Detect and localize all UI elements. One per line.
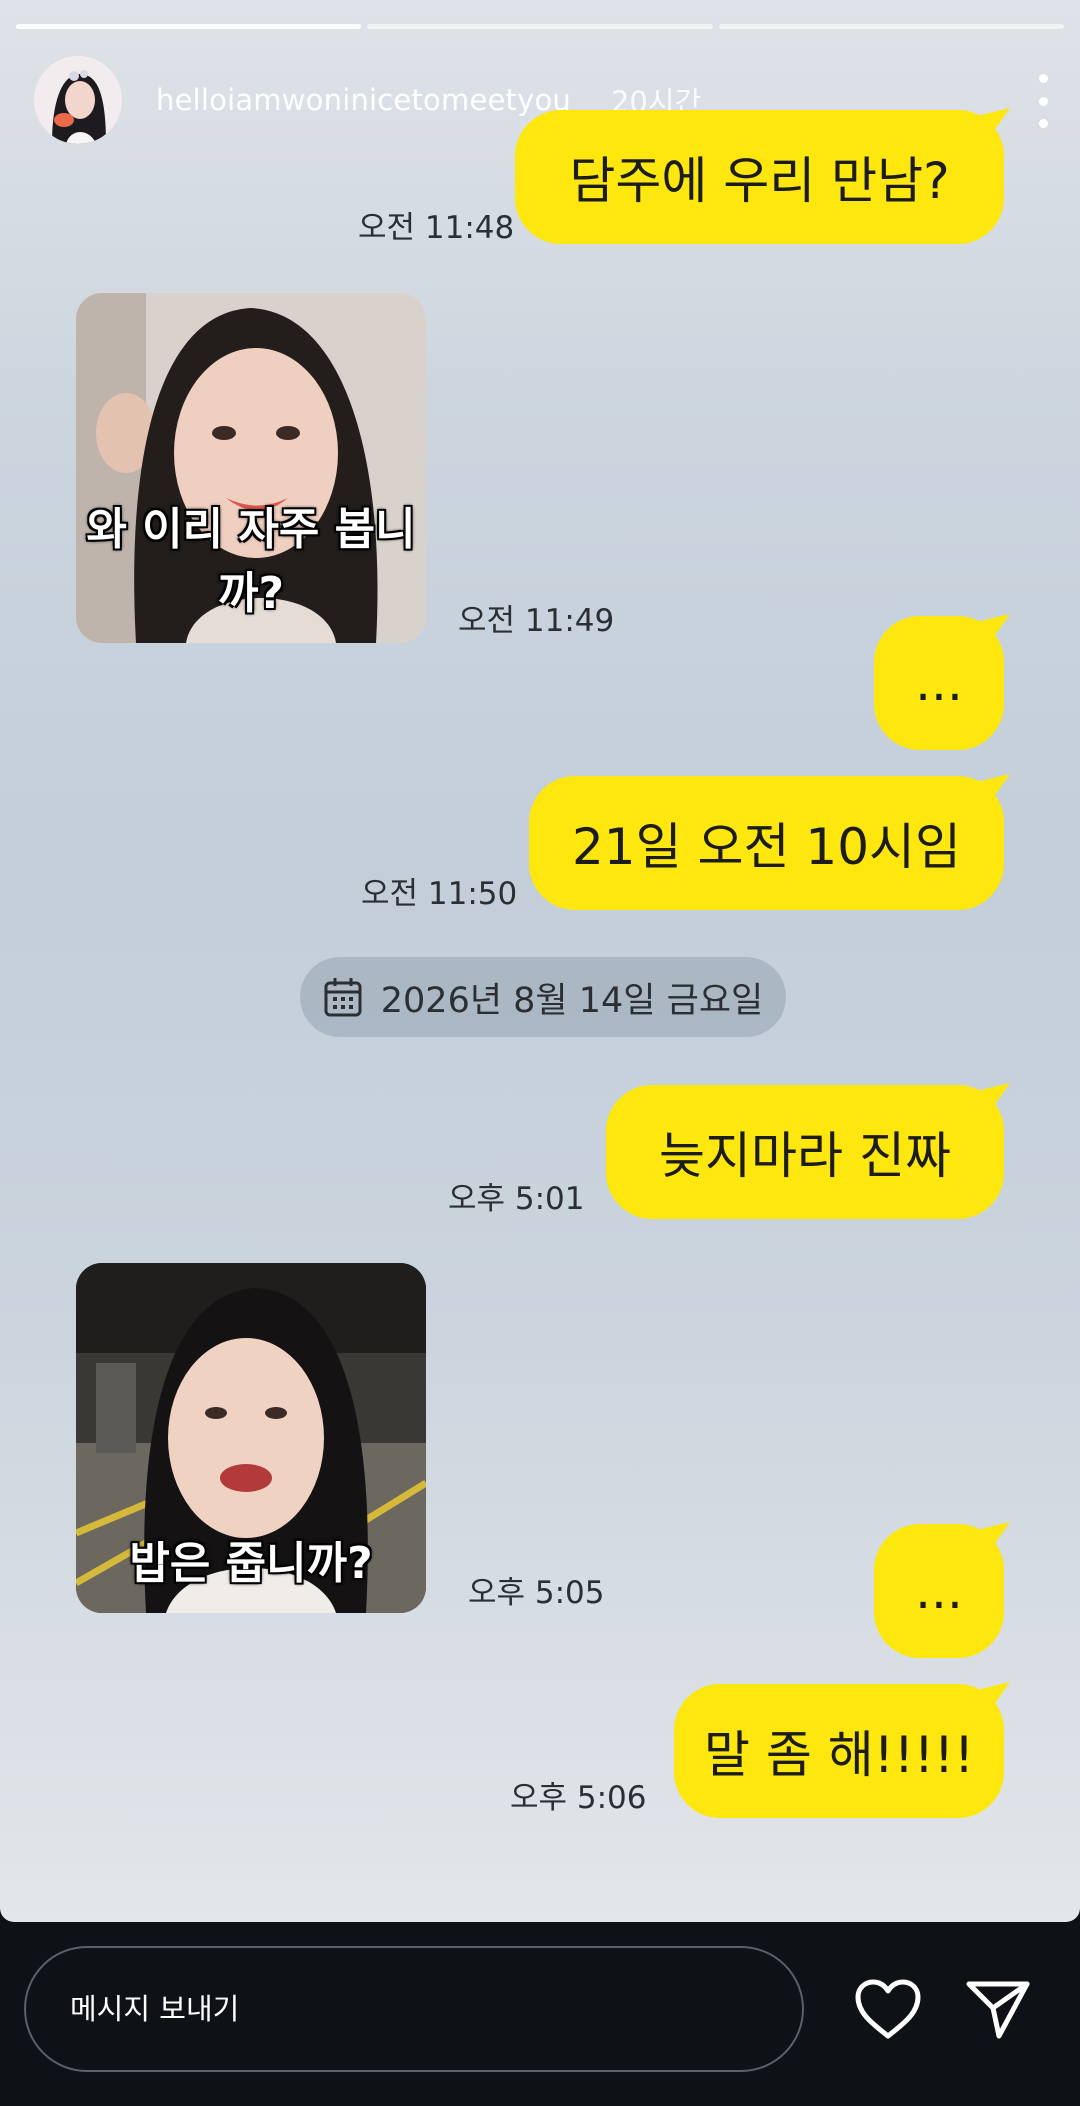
- message-time: 오후 5:01: [448, 1181, 585, 1217]
- bubble-text: ...: [915, 1562, 963, 1620]
- sticker-caption: 와 이리 자주 봅니까?: [86, 504, 416, 619]
- sticker-image[interactable]: 밥은 줍니까?: [76, 1263, 426, 1613]
- story-username[interactable]: helloiamwoninicetomeetyou: [156, 83, 571, 117]
- message-time: 오전 11:48: [358, 210, 515, 246]
- more-options-icon[interactable]: [1028, 74, 1058, 128]
- chat-bubble: 늦지마라 진짜: [606, 1083, 1010, 1219]
- chat-bubble: ...: [874, 1522, 1010, 1658]
- heart-icon: [855, 1979, 921, 2039]
- message-time: 오전 11:50: [361, 876, 518, 912]
- message-time: 오전 11:49: [458, 603, 615, 639]
- bubble-text: 늦지마라 진짜: [659, 1127, 951, 1185]
- date-divider: 2026년 8월 14일 금요일: [300, 957, 786, 1037]
- bubble-text: 말 좀 해!!!!!: [703, 1726, 974, 1784]
- bubble-text: ...: [915, 654, 963, 712]
- bubble-text: 21일 오전 10시임: [571, 818, 962, 876]
- progress-segment: [16, 24, 362, 29]
- like-button[interactable]: [848, 1969, 928, 2049]
- sticker-caption: 밥은 줍니까?: [129, 1538, 373, 1589]
- sticker-image[interactable]: 와 이리 자주 봅니까?: [76, 293, 426, 643]
- chat-bubble: 담주에 우리 만남?: [515, 108, 1010, 244]
- progress-segment: [718, 24, 1064, 29]
- chat-bubble: ...: [874, 614, 1010, 750]
- chat-bubble: 21일 오전 10시임: [529, 774, 1010, 910]
- message-time: 오후 5:05: [468, 1575, 605, 1611]
- message-input[interactable]: [24, 1946, 804, 2072]
- chat-bubble: 말 좀 해!!!!!: [674, 1682, 1010, 1818]
- share-button[interactable]: [958, 1969, 1038, 2049]
- progress-segment: [367, 24, 713, 29]
- avatar[interactable]: [34, 56, 122, 144]
- bubble-text: 담주에 우리 만남?: [569, 152, 950, 210]
- story-progress: [16, 24, 1064, 29]
- date-divider-text: 2026년 8월 14일 금요일: [380, 980, 764, 1021]
- send-icon: [966, 1981, 1030, 2039]
- message-time: 오후 5:06: [510, 1780, 647, 1816]
- calendar-icon: [324, 978, 362, 1017]
- story-view[interactable]: helloiamwoninicetomeetyou 20시간 담주에 우리 만남…: [0, 0, 1080, 1922]
